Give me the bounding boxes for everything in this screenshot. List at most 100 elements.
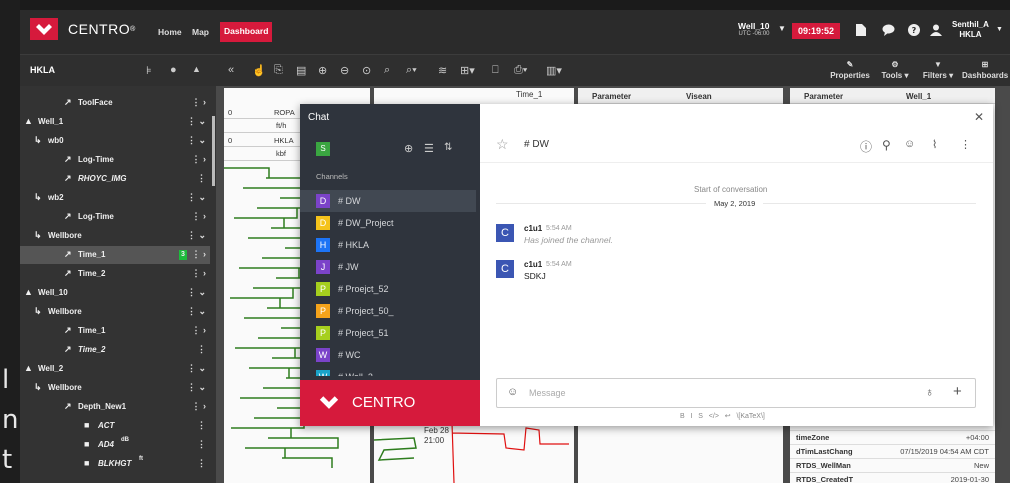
channel-item[interactable]: W # WC xyxy=(300,344,476,366)
tree-item-menu-icon[interactable]: ⋮ › xyxy=(192,97,207,108)
tree-item[interactable]: ↳ Wellbore ⋮ ⌄ xyxy=(20,227,210,245)
chat-bubble-icon[interactable] xyxy=(882,24,895,39)
channel-item[interactable]: D # DW xyxy=(300,190,476,212)
tree-item-menu-icon[interactable]: ⋮ › xyxy=(192,249,207,260)
properties-button[interactable]: ✎ Properties xyxy=(828,59,872,81)
tree-item-menu-icon[interactable]: ⋮ xyxy=(197,344,206,355)
tree-item-menu-icon[interactable]: ⋮ xyxy=(197,420,206,431)
channel-item[interactable]: W # Well_2 xyxy=(300,366,476,376)
tree-item-menu-icon[interactable]: ⋮ ⌄ xyxy=(187,135,206,146)
parameter-row[interactable]: dTimLastChang 07/15/2019 04:54 AM CDT xyxy=(790,444,995,457)
centro-logo[interactable]: CENTRO ® xyxy=(30,18,135,40)
tree-item[interactable]: ■ ACT ⋮ xyxy=(20,417,210,435)
tree-item[interactable]: ↗ Time_2 ⋮ › xyxy=(20,265,210,283)
tree-item[interactable]: ■ AD4 dB ⋮ xyxy=(20,436,210,454)
add-track-icon[interactable]: ⊞▾ xyxy=(460,64,475,77)
well-selector[interactable]: Well_10 UTC -06:00 xyxy=(738,21,770,37)
user-avatar[interactable]: S xyxy=(316,142,330,156)
user-chevron-icon[interactable]: ▼ xyxy=(996,26,1003,33)
parameter-row[interactable]: RTDS_CreatedT 2019-01-30 xyxy=(790,472,995,483)
zoom-range-icon[interactable]: ⌕ xyxy=(384,64,390,77)
tree-item[interactable]: ↳ wb2 ⋮ ⌄ xyxy=(20,189,210,207)
channel-item[interactable]: P # Project_50_ xyxy=(300,300,476,322)
copy-icon[interactable]: ⎘ xyxy=(274,64,283,77)
channel-item[interactable]: D # DW_Project xyxy=(300,212,476,234)
nav-dashboard[interactable]: Dashboard xyxy=(220,22,273,42)
tree-item[interactable]: ▲ Well_2 ⋮ ⌄ xyxy=(20,360,210,378)
layout-icon[interactable]: ▤ xyxy=(296,64,306,77)
format-toolbar[interactable]: B I S </> ↩ \[KaTeX\] xyxy=(680,412,765,420)
plus-icon[interactable]: + xyxy=(953,383,962,400)
tree-item[interactable]: ▲ Well_10 ⋮ ⌄ xyxy=(20,284,210,302)
attachment-icon[interactable]: ⌇ xyxy=(932,138,937,151)
message-composer[interactable]: ☺ Message ♁ + xyxy=(496,378,976,408)
tree-item[interactable]: ↗ Log-Time ⋮ › xyxy=(20,151,210,169)
user-menu[interactable]: Senthil_A HKLA xyxy=(952,20,989,40)
rss-icon[interactable]: ≋ xyxy=(438,64,447,77)
zoom-options-icon[interactable]: ⌕▾ xyxy=(406,64,417,77)
hand-pan-icon[interactable]: ☝ xyxy=(252,64,266,77)
tools-button[interactable]: ⚙ Tools ▾ xyxy=(878,59,912,81)
tree-item[interactable]: ↗ RHOYC_IMG ⋮ xyxy=(20,170,210,188)
tree-item[interactable]: ↗ ToolFace ⋮ › xyxy=(20,94,210,112)
document-icon[interactable] xyxy=(856,24,866,39)
tree-item[interactable]: ↗ Time_2 ⋮ xyxy=(20,341,210,359)
nav-home[interactable]: Home xyxy=(158,27,182,37)
message-input[interactable]: Message xyxy=(529,388,566,398)
message-author[interactable]: c1u1 xyxy=(524,260,542,269)
tree-item[interactable]: ▲ Well_1 ⋮ ⌄ xyxy=(20,113,210,131)
globe-icon[interactable]: ⊕ xyxy=(404,142,413,155)
tree-item[interactable]: ↗ Log-Time ⋮ › xyxy=(20,208,210,226)
microphone-icon[interactable]: ♁ xyxy=(925,385,934,399)
chart-type-icon[interactable]: ▥▾ xyxy=(546,64,562,77)
tree-scrollbar[interactable] xyxy=(212,116,215,186)
nav-map[interactable]: Map xyxy=(192,27,209,37)
dashboards-button[interactable]: ⊞ Dashboards xyxy=(962,59,1008,81)
tree-item-menu-icon[interactable]: ⋮ › xyxy=(192,211,207,222)
list-icon[interactable]: ☰ xyxy=(424,142,434,155)
chat-toggle-icon[interactable]: ● xyxy=(170,64,177,76)
tree-item[interactable]: ↗ Time_1 ⋮ › xyxy=(20,322,210,340)
tree-item-menu-icon[interactable]: ⋮ ⌄ xyxy=(187,116,206,127)
parameter-row[interactable]: RTDS_WellMan New xyxy=(790,458,995,471)
tree-item-menu-icon[interactable]: ⋮ xyxy=(197,439,206,450)
tree-item-menu-icon[interactable]: ⋮ ⌄ xyxy=(187,382,206,393)
tree-item-menu-icon[interactable]: ⋮ › xyxy=(192,325,207,336)
tree-item-menu-icon[interactable]: ⋮ ⌄ xyxy=(187,192,206,203)
close-icon[interactable]: ✕ xyxy=(974,110,984,124)
tree-item-menu-icon[interactable]: ⋮ › xyxy=(192,268,207,279)
channel-item[interactable]: P # Project_51 xyxy=(300,322,476,344)
message-avatar[interactable]: C xyxy=(496,260,514,278)
channel-item[interactable]: P # Proejct_52 xyxy=(300,278,476,300)
tree-item-menu-icon[interactable]: ⋮ ⌄ xyxy=(187,287,206,298)
help-icon[interactable]: ? xyxy=(908,24,920,39)
chevron-down-icon[interactable]: ▼ xyxy=(778,24,786,33)
tree-item-menu-icon[interactable]: ⋮ ⌄ xyxy=(187,306,206,317)
zoom-out-icon[interactable]: ⊖ xyxy=(340,64,349,77)
tree-item[interactable]: ↗ Depth_New1 ⋮ › xyxy=(20,398,210,416)
zoom-in-icon[interactable]: ⊕ xyxy=(318,64,327,77)
tree-item-menu-icon[interactable]: ⋮ › xyxy=(192,401,207,412)
tree-item[interactable]: ↳ wb0 ⋮ ⌄ xyxy=(20,132,210,150)
tree-item[interactable]: ↗ Time_1 3 ⋮ › xyxy=(20,246,210,264)
print-icon[interactable]: ⎙▾ xyxy=(514,64,527,77)
channel-item[interactable]: H # HKLA xyxy=(300,234,476,256)
star-icon[interactable]: ☆ xyxy=(496,136,509,153)
tree-item-menu-icon[interactable]: ⋮ ⌄ xyxy=(187,363,206,374)
parameter-row[interactable]: timeZone +04:00 xyxy=(790,430,995,443)
user-icon[interactable] xyxy=(930,24,942,39)
tree-item-menu-icon[interactable]: ⋮ xyxy=(197,458,206,469)
collapse-up-icon[interactable]: ▲ xyxy=(192,64,201,74)
info-icon[interactable]: ⓘ xyxy=(860,138,872,155)
message-author[interactable]: c1u1 xyxy=(524,224,542,233)
message-avatar[interactable]: C xyxy=(496,224,514,242)
tree-item[interactable]: ■ BLKHGT ft ⋮ xyxy=(20,455,210,473)
double-chevron-left-icon[interactable]: « xyxy=(228,64,234,76)
channel-item[interactable]: J # JW xyxy=(300,256,476,278)
emoji-icon[interactable]: ☺ xyxy=(507,386,518,398)
sort-icon[interactable]: ⇅ xyxy=(444,142,452,153)
tree-item-menu-icon[interactable]: ⋮ ⌄ xyxy=(187,230,206,241)
kebab-menu-icon[interactable]: ⋮ xyxy=(960,138,971,151)
filters-button[interactable]: ▼ Filters ▾ xyxy=(918,59,958,81)
members-icon[interactable]: ☺ xyxy=(904,138,915,150)
